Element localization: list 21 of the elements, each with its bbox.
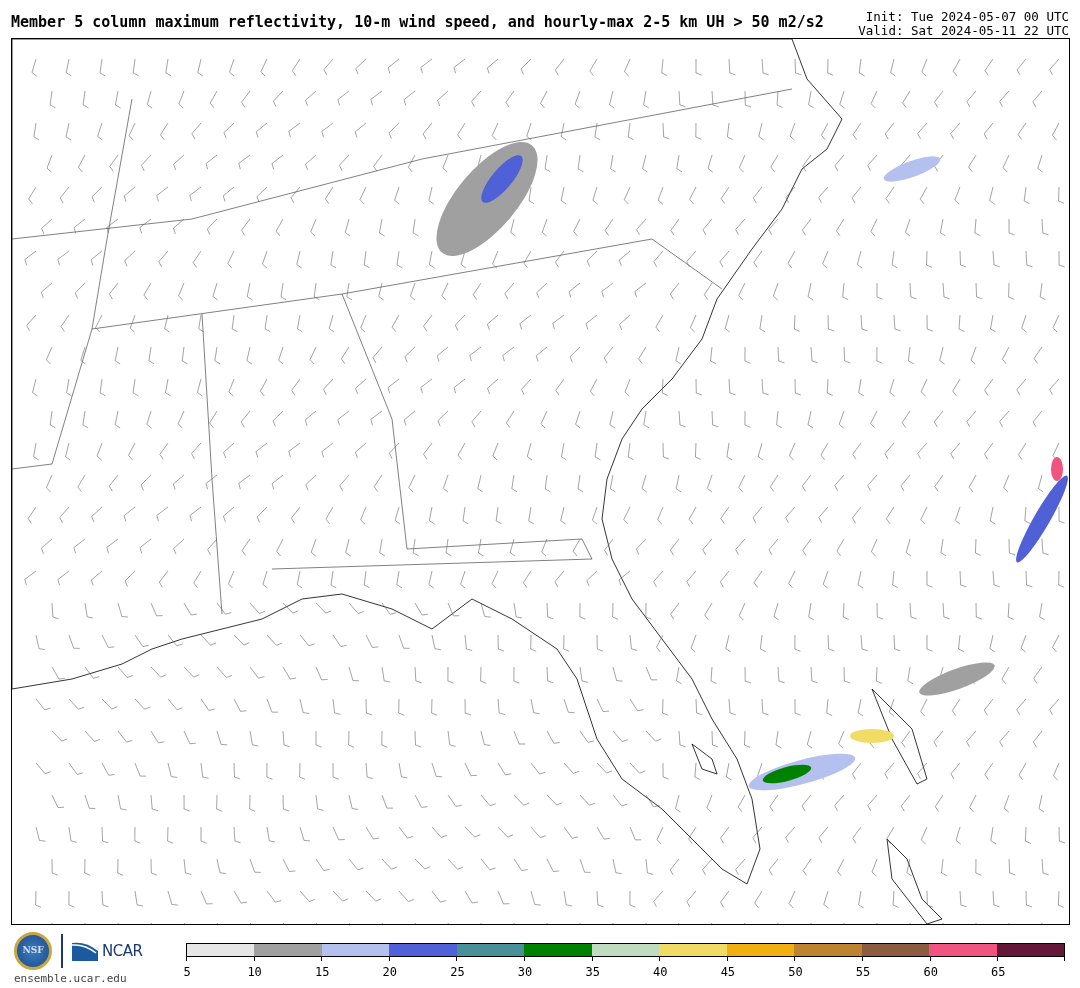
tick-label: 10: [247, 964, 262, 981]
chart-title: Member 5 column maximum reflectivity, 10-m wind speed, and hourly-max 2-5 km UH > 50 m2/s2: [11, 11, 824, 33]
tick-label: 30: [517, 964, 533, 981]
valid-time: Valid: Sat 2024-05-11 22 UTC: [858, 24, 1069, 38]
tick-label: 45: [720, 964, 736, 981]
tick-label: 5: [183, 964, 191, 981]
tick-label: 55: [855, 964, 871, 981]
tick-label: 15: [315, 964, 330, 981]
tick-label: 60: [923, 964, 938, 981]
tick-label: 25: [450, 964, 465, 981]
nsf-logo: NSF: [14, 932, 52, 970]
tick-label: 40: [653, 964, 668, 981]
tick-label: 20: [382, 964, 398, 981]
ncar-logo-text: NCAR: [102, 940, 143, 962]
site-address: ensemble.ucar.edu: [14, 971, 128, 987]
ncar-logo-icon: [72, 941, 98, 961]
tick-label: 65: [991, 964, 1006, 981]
tick-label: 50: [788, 964, 803, 981]
init-time: Init: Tue 2024-05-07 00 UTC: [864, 10, 1069, 24]
tick-label: 35: [585, 964, 600, 981]
divider-line: [61, 934, 63, 968]
